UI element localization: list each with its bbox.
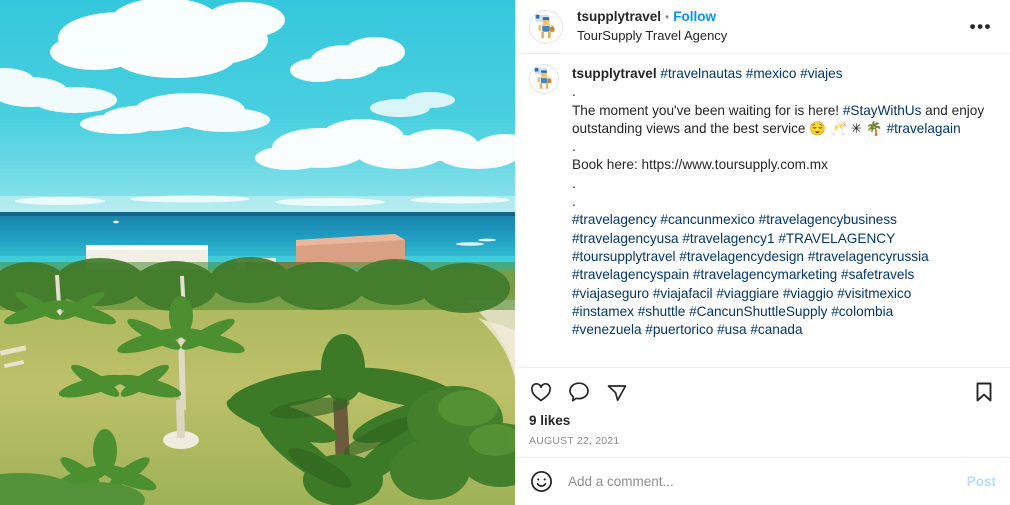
profile-avatar[interactable] [529, 9, 563, 44]
caption-line1-tags[interactable]: #travelnautas #mexico #viajes [660, 66, 842, 81]
caption-username[interactable]: tsupplytravel [572, 66, 657, 81]
caption-hashtags-2a[interactable]: #travelagencyusa #travelagency1 [572, 231, 778, 246]
header-username-row: tsupplytravel • Follow [577, 9, 966, 26]
heart-icon[interactable] [529, 380, 553, 404]
likes-count[interactable]: 9 likes [529, 413, 996, 428]
caption-hashtags-6[interactable]: #instamex #shuttle #CancunShuttleSupply … [572, 304, 893, 319]
caption-hashtags-4[interactable]: #travelagencyspain #travelagencymarketin… [572, 267, 914, 282]
caption-avatar[interactable] [529, 64, 559, 94]
emoji-smiley-icon[interactable] [529, 469, 554, 494]
caption-body-1: The moment you've been waiting for is he… [572, 102, 843, 118]
avatar-illustration [530, 10, 562, 43]
post-meta: 9 likes AUGUST 22, 2021 [515, 413, 1010, 457]
beach-resort-illustration [0, 0, 515, 505]
caption-dot-2: . [572, 139, 576, 155]
header-display-name: TourSupply Travel Agency [577, 27, 728, 43]
post-image[interactable] [0, 0, 515, 505]
comment-input[interactable] [568, 474, 957, 489]
post-header: tsupplytravel • Follow TourSupply Travel A… [515, 0, 1010, 54]
comment-bar: Post [515, 457, 1010, 505]
caption-area: tsupplytravel #travelnautas #mexico #via… [515, 54, 1010, 367]
caption-emojis: 😌 🥂 ✳ 🌴 [809, 120, 883, 136]
share-icon[interactable] [605, 380, 629, 404]
action-bar [515, 367, 1010, 413]
header-text-block: tsupplytravel • Follow TourSupply Travel A… [577, 9, 966, 44]
caption-hashtags-2b[interactable]: #TRAVELAGENCY [778, 231, 895, 246]
instagram-post: tsupplytravel • Follow TourSupply Travel A… [0, 0, 1010, 505]
header-separator: • [665, 9, 670, 24]
caption-dot-4: . [572, 194, 576, 210]
caption-avatar-illustration [530, 65, 558, 93]
caption-book-line: Book here: https://www.toursupply.com.mx [572, 157, 828, 173]
post-date: AUGUST 22, 2021 [529, 435, 620, 447]
more-options-button[interactable]: ••• [966, 18, 996, 35]
caption-tag-staywithus[interactable]: #StayWithUs [843, 103, 922, 118]
comment-icon[interactable] [567, 380, 591, 404]
caption-row: tsupplytravel #travelnautas #mexico #via… [529, 64, 996, 339]
caption-dot-3: . [572, 175, 576, 191]
header-username[interactable]: tsupplytravel [577, 9, 661, 24]
bookmark-icon[interactable] [972, 380, 996, 404]
caption-hashtags-3[interactable]: #toursupplytravel #travelagencydesign #t… [572, 249, 929, 264]
caption-text: tsupplytravel #travelnautas #mexico #via… [572, 64, 996, 339]
caption-hashtags-1[interactable]: #travelagency #cancunmexico #travelagenc… [572, 212, 897, 227]
caption-tag-travelagain[interactable]: #travelagain [887, 121, 961, 136]
post-detail-panel: tsupplytravel • Follow TourSupply Travel A… [515, 0, 1010, 505]
follow-button[interactable]: Follow [673, 9, 716, 24]
caption-hashtags-7[interactable]: #venezuela #puertorico #usa #canada [572, 322, 803, 337]
post-comment-button[interactable]: Post [957, 474, 996, 489]
caption-hashtags-5[interactable]: #viajaseguro #viajafacil #viaggiare #via… [572, 286, 911, 301]
caption-dot-1: . [572, 84, 576, 100]
